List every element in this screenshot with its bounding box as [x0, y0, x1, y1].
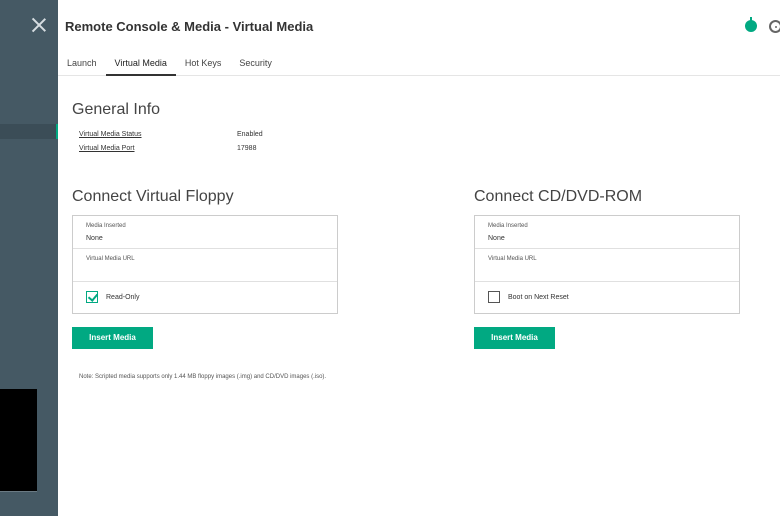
floppy-media-inserted-row: Media Inserted None — [73, 216, 337, 249]
floppy-readonly-row: Read-Only — [73, 282, 337, 314]
cdrom-url-field[interactable]: Virtual Media URL — [475, 249, 739, 282]
floppy-url-label: Virtual Media URL — [86, 256, 135, 262]
power-icon[interactable] — [769, 20, 780, 33]
boot-on-next-reset-checkbox[interactable] — [488, 291, 500, 303]
cdrom-media-inserted-label: Media Inserted — [488, 223, 528, 229]
tab-virtual-media[interactable]: Virtual Media — [105, 50, 177, 76]
cdrom-url-label: Virtual Media URL — [488, 256, 537, 262]
sidebar-selection-indicator — [56, 124, 58, 139]
general-info-heading: General Info — [72, 101, 161, 118]
page-title: Remote Console & Media - Virtual Media — [65, 19, 314, 34]
tab-hot-keys[interactable]: Hot Keys — [176, 50, 231, 76]
close-icon[interactable] — [30, 16, 48, 34]
page-header: Remote Console & Media - Virtual Media L… — [58, 0, 780, 76]
sidebar-divider — [0, 491, 37, 492]
floppy-url-field[interactable]: Virtual Media URL — [73, 249, 337, 282]
virtual-media-status-value: Enabled — [237, 131, 263, 138]
cdrom-panel: Media Inserted None Virtual Media URL Bo… — [474, 215, 740, 314]
cdrom-media-inserted-value: None — [488, 235, 505, 242]
virtual-media-port-value: 17988 — [237, 145, 257, 152]
floppy-media-inserted-label: Media Inserted — [86, 223, 126, 229]
tab-bar: Launch Virtual Media Hot Keys Security — [58, 50, 281, 76]
read-only-label: Read-Only — [106, 294, 140, 301]
floppy-media-inserted-value: None — [86, 235, 103, 242]
cdrom-insert-media-button[interactable]: Insert Media — [474, 327, 555, 349]
media-support-note: Note: Scripted media supports only 1.44 … — [79, 374, 327, 380]
sidebar-selected-item[interactable] — [0, 124, 58, 139]
left-sidebar — [0, 0, 58, 516]
cdrom-heading: Connect CD/DVD-ROM — [474, 188, 643, 205]
console-thumbnail[interactable] — [0, 389, 37, 491]
virtual-media-port-label[interactable]: Virtual Media Port — [79, 145, 135, 152]
floppy-panel: Media Inserted None Virtual Media URL Re… — [72, 215, 338, 314]
health-status-icon[interactable] — [745, 17, 757, 32]
virtual-media-status-label[interactable]: Virtual Media Status — [79, 131, 142, 138]
boot-on-next-reset-label: Boot on Next Reset — [508, 294, 569, 301]
read-only-checkbox[interactable] — [86, 291, 98, 303]
cdrom-media-inserted-row: Media Inserted None — [475, 216, 739, 249]
floppy-insert-media-button[interactable]: Insert Media — [72, 327, 153, 349]
floppy-heading: Connect Virtual Floppy — [72, 188, 234, 205]
tab-security[interactable]: Security — [230, 50, 281, 76]
cdrom-boot-row: Boot on Next Reset — [475, 282, 739, 314]
tab-launch[interactable]: Launch — [58, 50, 106, 76]
